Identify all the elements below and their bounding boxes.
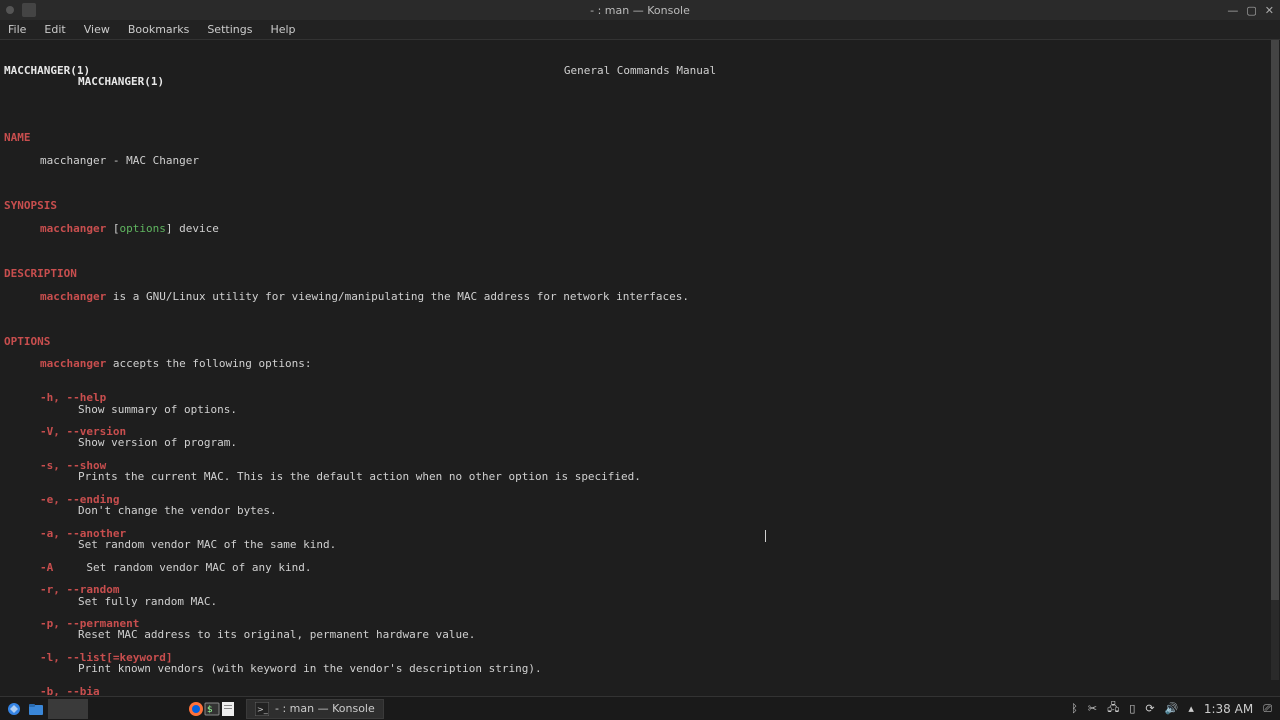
option-desc: Reset MAC address to its original, perma… (4, 629, 1276, 640)
battery-icon[interactable]: ▯ (1129, 702, 1135, 715)
konsole-task-icon: >_ (255, 702, 269, 716)
volume-icon[interactable]: 🔊 (1165, 702, 1179, 715)
clipboard-icon[interactable]: ✂ (1088, 702, 1097, 715)
taskbar-task-konsole[interactable]: >_ - : man — Konsole (246, 699, 384, 719)
taskbar: $ >_ - : man — Konsole ᛒ ✂ 🖧 ▯ ⟳ 🔊 ▴ 1:3… (0, 696, 1280, 720)
option-flag: -b, --bia (40, 685, 100, 696)
menu-edit[interactable]: Edit (44, 23, 65, 36)
options-lead-cmd: macchanger (40, 357, 106, 370)
text-caret-icon (765, 530, 766, 542)
editor-icon[interactable] (220, 701, 236, 717)
terminal-launcher-icon[interactable]: $ (204, 701, 220, 717)
option-desc: Set fully random MAC. (4, 596, 1276, 607)
svg-text:>_: >_ (257, 705, 269, 714)
option-desc: Print known vendors (with keyword in the… (4, 663, 1276, 674)
scrollbar-thumb[interactable] (1271, 40, 1279, 600)
show-desktop-icon[interactable]: ⎚ (1263, 702, 1272, 716)
option-desc: Don't change the vendor bytes. (4, 505, 1276, 516)
terminal-scrollbar[interactable] (1271, 40, 1279, 680)
man-header-right: MACCHANGER(1) (78, 75, 164, 88)
option-desc: Prints the current MAC. This is the defa… (4, 471, 1276, 482)
update-icon[interactable]: ⟳ (1145, 702, 1154, 715)
description-body: is a GNU/Linux utility for viewing/manip… (106, 290, 689, 303)
taskbar-pager[interactable] (48, 699, 88, 719)
option-desc: Set random vendor MAC of any kind. (53, 561, 311, 574)
synopsis-options: options (119, 222, 165, 235)
firefox-icon[interactable] (188, 701, 204, 717)
synopsis-device: device (172, 222, 218, 235)
window-titlebar: - : man — Konsole — ▢ ✕ (0, 0, 1280, 20)
taskbar-task-label: - : man — Konsole (275, 702, 375, 715)
window-title: - : man — Konsole (0, 4, 1280, 17)
terminal-viewport[interactable]: MACCHANGER(1)General Commands Manual MAC… (0, 40, 1280, 696)
tray-expand-icon[interactable]: ▴ (1188, 702, 1194, 715)
synopsis-cmd: macchanger (40, 222, 106, 235)
app-launcher-icon[interactable] (4, 699, 24, 719)
menu-bookmarks[interactable]: Bookmarks (128, 23, 189, 36)
section-options-heading: OPTIONS (4, 335, 50, 348)
option-desc: Set random vendor MAC of the same kind. (4, 539, 1276, 550)
taskbar-clock[interactable]: 1:38 AM (1204, 702, 1253, 716)
option-desc: Show summary of options. (4, 404, 1276, 415)
bluetooth-icon[interactable]: ᛒ (1071, 702, 1078, 715)
man-header-center: General Commands Manual (4, 65, 1276, 76)
menu-help[interactable]: Help (270, 23, 295, 36)
option-desc: Show version of program. (4, 437, 1276, 448)
menu-file[interactable]: File (8, 23, 26, 36)
option-row: -A Set random vendor MAC of any kind. (4, 562, 1276, 573)
file-manager-icon[interactable] (26, 699, 46, 719)
menu-settings[interactable]: Settings (207, 23, 252, 36)
section-description-heading: DESCRIPTION (4, 267, 77, 280)
menu-view[interactable]: View (84, 23, 110, 36)
network-icon[interactable]: 🖧 (1107, 699, 1119, 718)
section-name-heading: NAME (4, 131, 31, 144)
svg-text:$: $ (207, 705, 213, 715)
option-flag: -A (40, 561, 53, 574)
section-synopsis-heading: SYNOPSIS (4, 199, 57, 212)
section-name-body: macchanger - MAC Changer (4, 155, 1276, 166)
menubar: File Edit View Bookmarks Settings Help (0, 20, 1280, 40)
options-lead-rest: accepts the following options: (106, 357, 311, 370)
description-cmd: macchanger (40, 290, 106, 303)
